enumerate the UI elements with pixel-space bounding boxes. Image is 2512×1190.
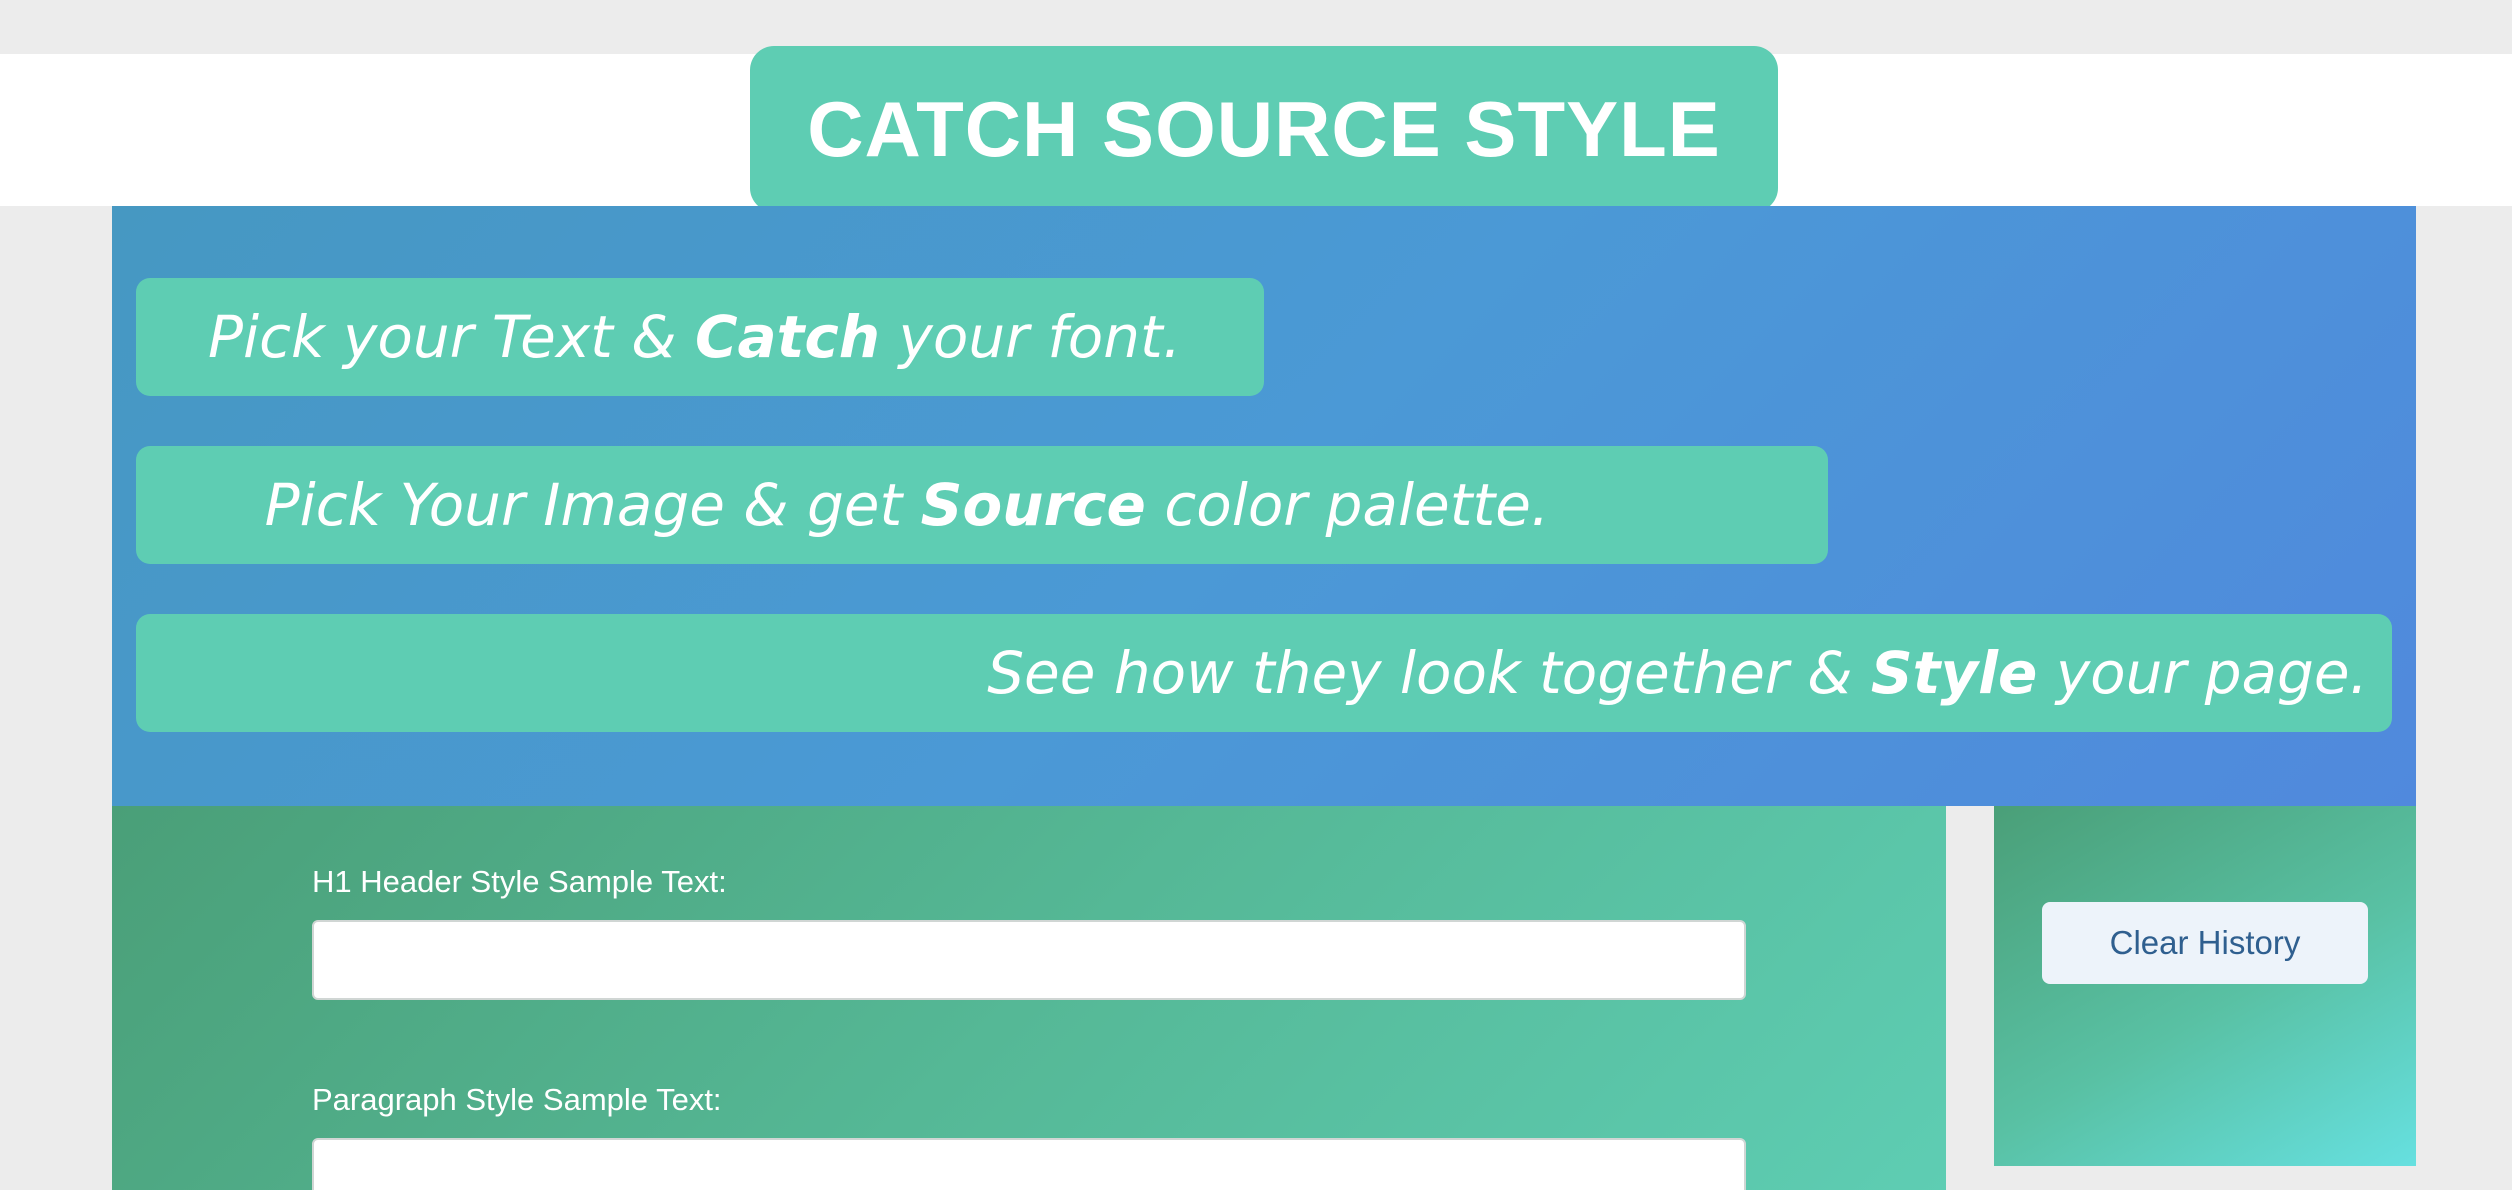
tagline-catch: Pick your Text & Catch your font. — [136, 278, 1264, 396]
paragraph-sample-label: Paragraph Style Sample Text: — [312, 1082, 722, 1117]
tagline-keyword: Style — [1870, 639, 2038, 707]
tagline-text: See how they look together & Style your … — [987, 639, 2368, 707]
page-title: CATCH SOURCE STYLE — [807, 84, 1721, 173]
history-panel: Clear History — [1994, 806, 2416, 1166]
tagline-keyword: Source — [920, 471, 1146, 539]
tagline-source: Pick Your Image & get Source color palet… — [136, 446, 1828, 564]
h1-sample-input[interactable] — [312, 920, 1746, 1000]
tagline-style: See how they look together & Style your … — [136, 614, 2392, 732]
tagline-keyword: Catch — [694, 303, 881, 371]
sample-text-form: H1 Header Style Sample Text: Paragraph S… — [112, 806, 1946, 1190]
tagline-text: Pick Your Image & get Source color palet… — [264, 471, 1550, 539]
paragraph-sample-input[interactable] — [312, 1138, 1746, 1190]
h1-sample-label: H1 Header Style Sample Text: — [312, 864, 727, 899]
page: CATCH SOURCE STYLE Pick your Text & Catc… — [0, 0, 2512, 1190]
title-badge: CATCH SOURCE STYLE — [750, 46, 1778, 212]
clear-history-button[interactable]: Clear History — [2042, 902, 2368, 984]
tagline-text: Pick your Text & Catch your font. — [208, 303, 1182, 371]
hero-section: Pick your Text & Catch your font. Pick Y… — [112, 206, 2416, 806]
